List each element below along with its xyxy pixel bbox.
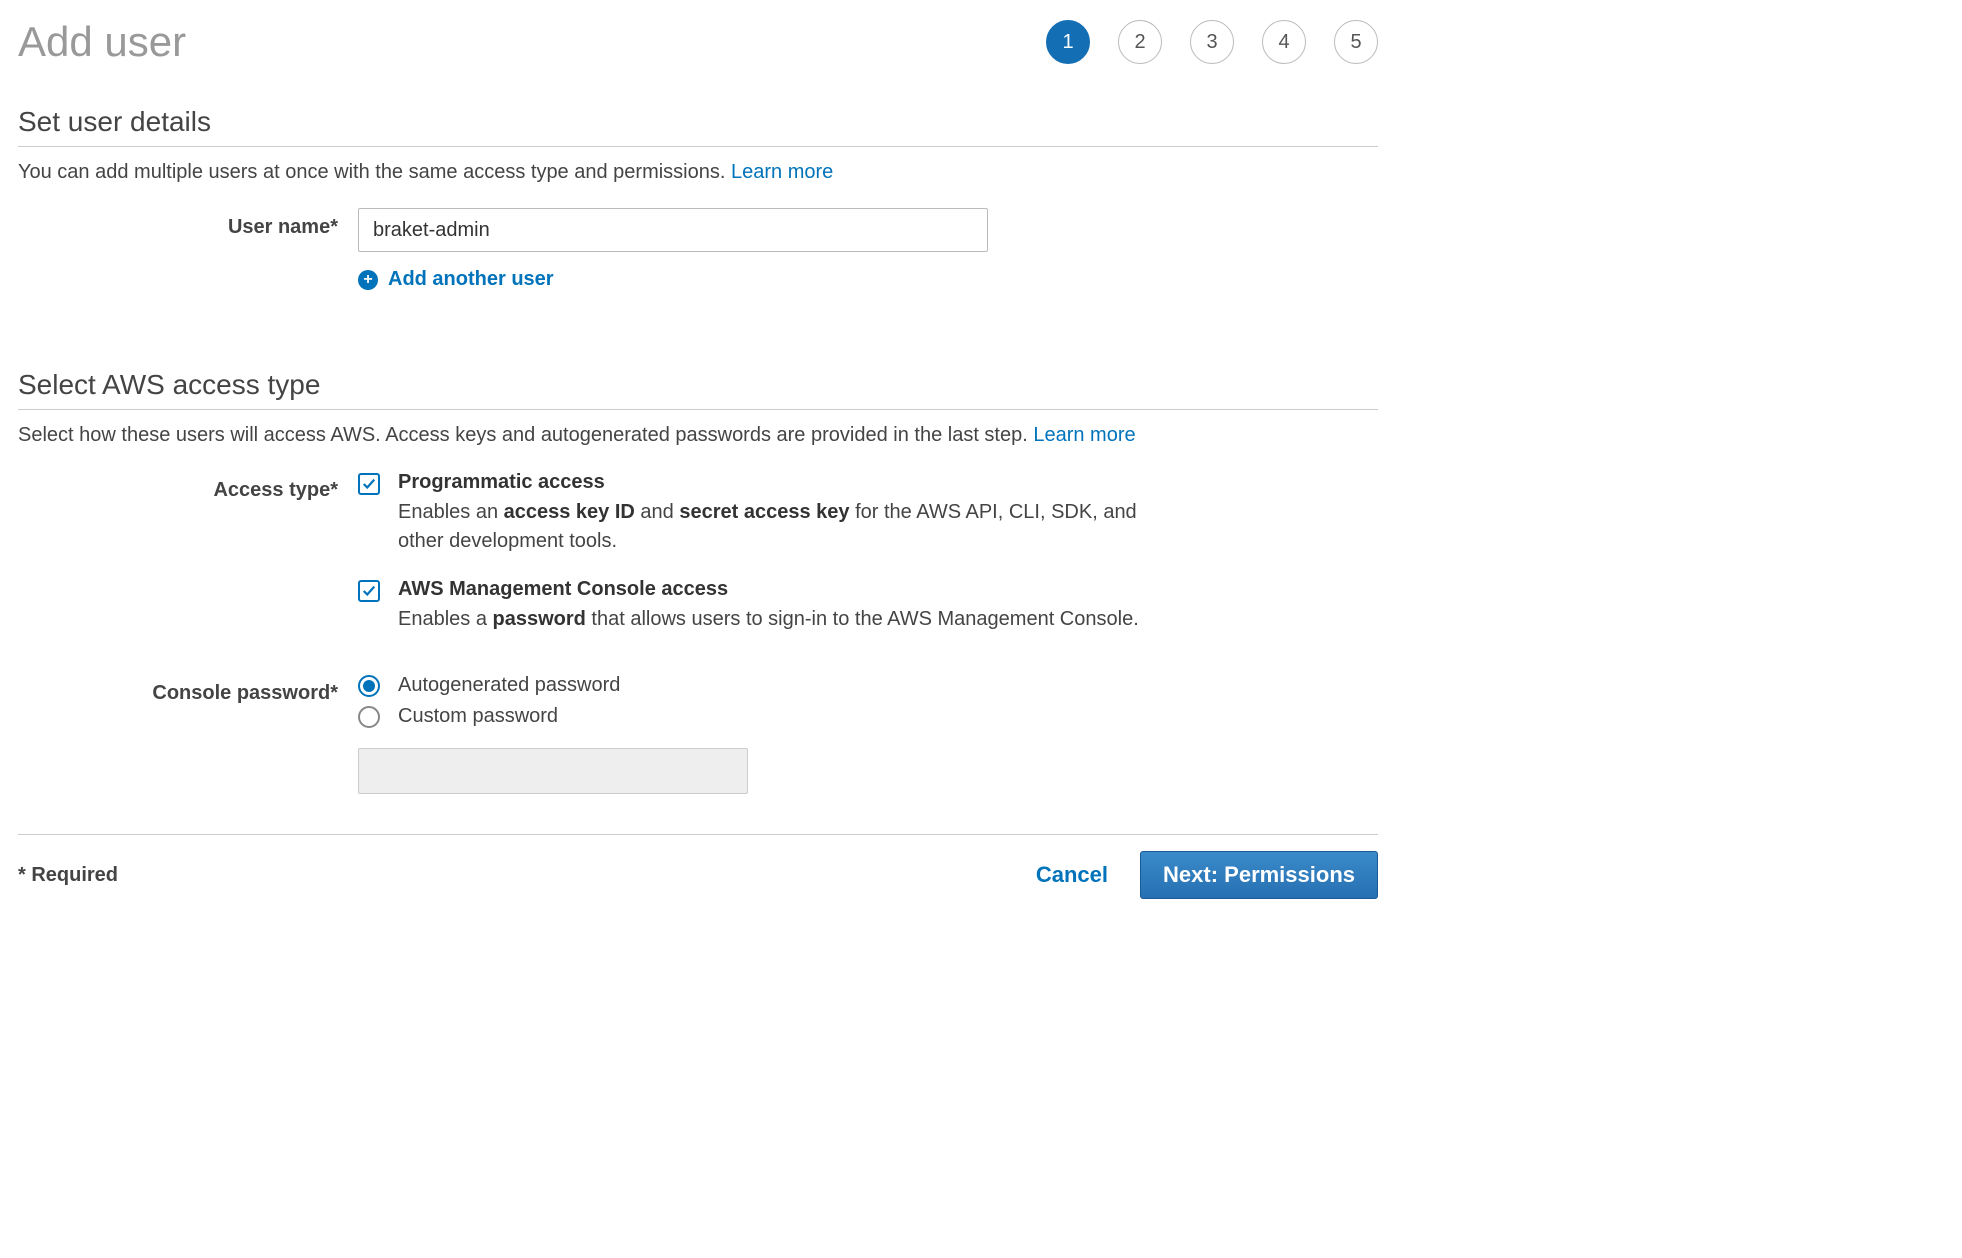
page-title: Add user [18,18,186,66]
step-5[interactable]: 5 [1334,20,1378,64]
custom-password-label: Custom password [398,705,558,728]
programmatic-access-checkbox[interactable] [358,473,380,495]
programmatic-access-desc: Enables an access key ID and secret acce… [398,498,1178,556]
step-3[interactable]: 3 [1190,20,1234,64]
access-type-label: Access type* [18,471,358,502]
cancel-button[interactable]: Cancel [1036,862,1108,888]
step-indicator: 1 2 3 4 5 [1046,20,1378,64]
add-another-user-label: Add another user [388,268,554,291]
custom-password-radio[interactable] [358,706,380,728]
console-access-title: AWS Management Console access [398,578,1178,601]
console-access-checkbox[interactable] [358,580,380,602]
step-2[interactable]: 2 [1118,20,1162,64]
plus-circle-icon: + [358,270,378,290]
checkmark-icon [362,584,376,598]
custom-password-input [358,748,748,794]
username-label: User name* [18,208,358,239]
username-input[interactable] [358,208,988,252]
programmatic-access-title: Programmatic access [398,471,1178,494]
autogenerated-password-radio[interactable] [358,675,380,697]
next-permissions-button[interactable]: Next: Permissions [1140,851,1378,899]
select-access-type-heading: Select AWS access type [18,369,1378,410]
required-note: * Required [18,864,118,887]
console-password-label: Console password* [18,674,358,705]
step-4[interactable]: 4 [1262,20,1306,64]
step-1[interactable]: 1 [1046,20,1090,64]
learn-more-link[interactable]: Learn more [731,161,833,183]
select-access-type-desc: Select how these users will access AWS. … [18,424,1378,447]
console-access-desc: Enables a password that allows users to … [398,605,1178,634]
set-user-details-heading: Set user details [18,106,1378,147]
learn-more-link-2[interactable]: Learn more [1033,424,1135,446]
autogenerated-password-label: Autogenerated password [398,674,620,697]
checkmark-icon [362,477,376,491]
set-user-details-desc: You can add multiple users at once with … [18,161,1378,184]
add-another-user-button[interactable]: + Add another user [358,268,1378,291]
